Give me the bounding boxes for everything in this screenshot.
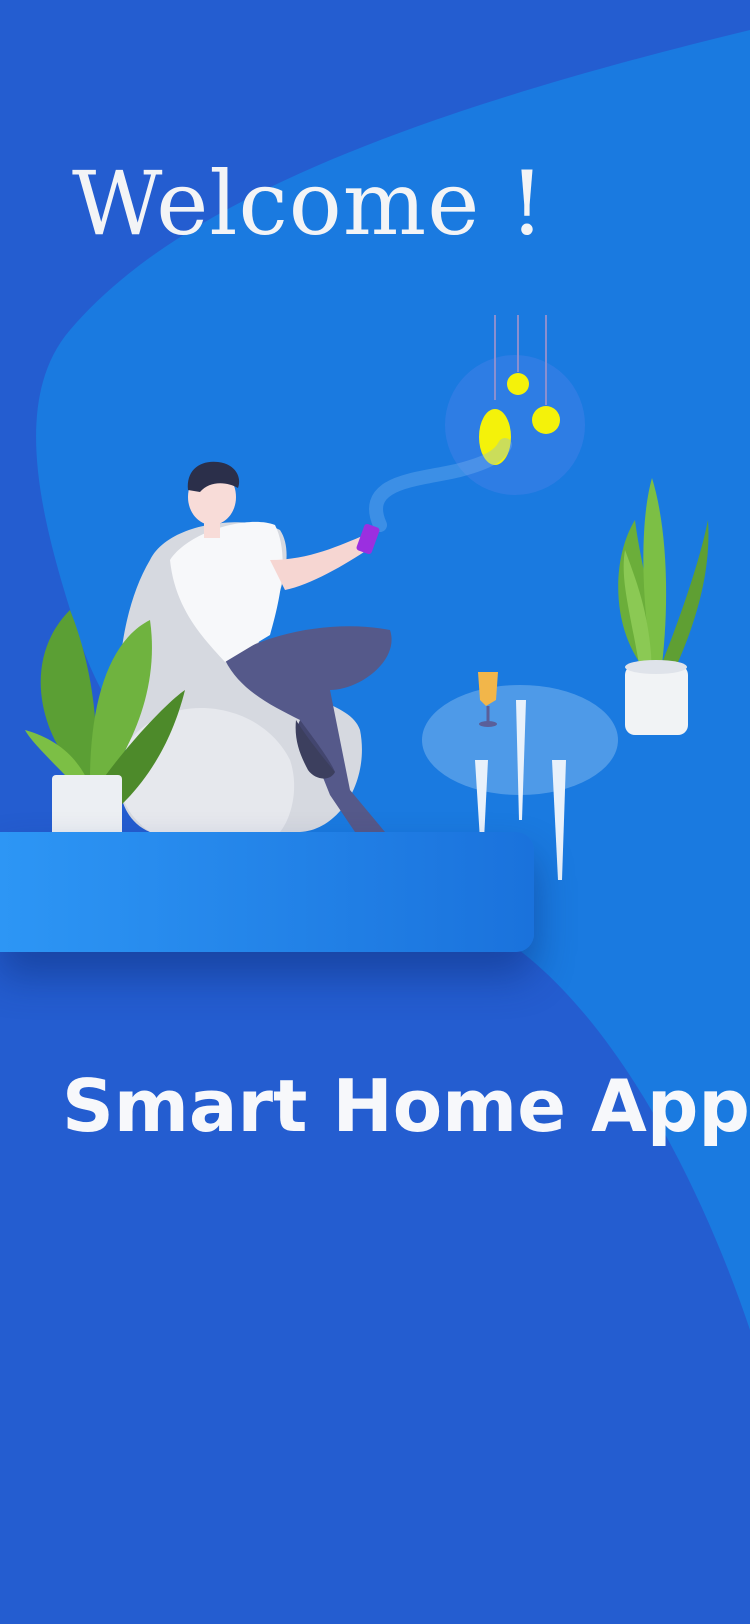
illustration bbox=[25, 315, 709, 880]
platform-bar bbox=[0, 832, 534, 952]
pendant-lamps-icon bbox=[369, 315, 585, 532]
welcome-heading: Welcome ! bbox=[72, 152, 546, 255]
plant-right-icon bbox=[618, 478, 709, 735]
welcome-screen: { "screen": { "welcome_text": "Welcome !… bbox=[0, 0, 750, 1624]
app-title: Smart Home App bbox=[62, 1064, 750, 1148]
